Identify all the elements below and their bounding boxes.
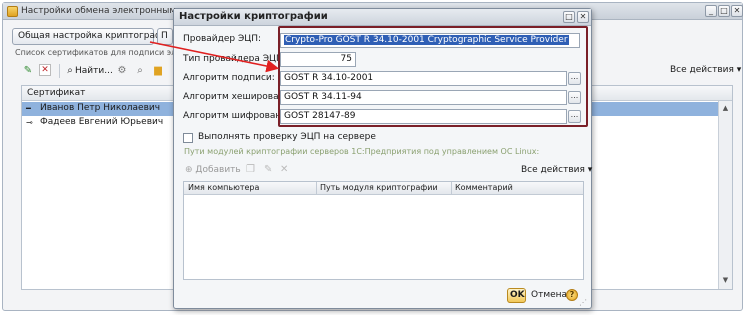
scroll-down-icon[interactable]: ▼ [720, 275, 731, 286]
close-icon[interactable]: ✕ [577, 11, 589, 23]
verify-on-server-label[interactable]: Выполнять проверку ЭЦП на сервере [198, 132, 376, 142]
server-paths-title: Пути модулей криптографии серверов 1С:Пр… [184, 147, 540, 156]
delete-x-icon[interactable]: ✕ [39, 64, 51, 76]
find-label[interactable]: Найти... [75, 64, 113, 78]
chevron-down-icon: ▾ [736, 65, 742, 75]
certificate-name: Иванов Петр Николаевич [40, 103, 161, 113]
maximize-icon[interactable]: □ [718, 5, 730, 17]
secondary-button[interactable]: П [157, 28, 173, 45]
help-icon[interactable]: ? [566, 289, 578, 301]
provider-type-label: Тип провайдера ЭЦП: [183, 54, 286, 64]
edit-pencil-icon[interactable]: ✎ [21, 64, 35, 78]
add-label: Добавить [195, 165, 241, 175]
column-header-computer-name[interactable]: Имя компьютера [188, 183, 259, 192]
close-icon[interactable]: ✕ [731, 5, 743, 17]
certificate-icon: ⊸ [26, 118, 33, 127]
sign-algorithm-label: Алгоритм подписи: [183, 73, 275, 83]
scroll-up-icon[interactable]: ▲ [720, 103, 731, 114]
chevron-down-icon: ▾ [587, 165, 593, 175]
folder-icon[interactable]: ▆ [151, 64, 165, 78]
toolbar-separator [59, 64, 60, 78]
column-header-certificate[interactable]: Сертификат [27, 88, 85, 98]
maximize-icon[interactable]: □ [563, 11, 575, 23]
app-icon [7, 6, 18, 17]
dialog-titlebar: Настройки криптографии □ ✕ [174, 9, 591, 26]
certificate-icon: ━ [26, 104, 31, 113]
certificate-name: Фадеев Евгений Юрьевич [40, 117, 164, 127]
provider-label: Провайдер ЭЦП: [183, 34, 262, 44]
column-separator [451, 182, 452, 195]
cancel-button[interactable]: Отмена [531, 290, 567, 300]
add-icon: ⊕ [185, 165, 193, 175]
all-actions-label: Все действия [521, 165, 585, 175]
crypto-settings-dialog: Настройки криптографии □ ✕ Провайдер ЭЦП… [173, 8, 592, 309]
server-paths-table: Имя компьютера Путь модуля криптографии … [183, 181, 584, 280]
add-button[interactable]: ⊕ Добавить [185, 165, 241, 175]
find-icon[interactable]: ⌕ [65, 64, 75, 78]
annotation-highlight-frame [278, 26, 588, 127]
all-actions-label: Все действия [670, 65, 734, 75]
resize-grip-icon[interactable]: ⋰ [579, 298, 589, 308]
background-all-actions-menu[interactable]: Все действия ▾ [670, 65, 741, 75]
search-icon[interactable]: ⌕ [133, 64, 147, 78]
dialog-all-actions-menu[interactable]: Все действия ▾ [521, 165, 592, 175]
column-header-comment[interactable]: Комментарий [455, 183, 513, 192]
dialog-title: Настройки криптографии [179, 11, 328, 22]
column-header-module-path[interactable]: Путь модуля криптографии [320, 183, 438, 192]
edit-icon[interactable]: ✎ [264, 164, 272, 175]
vertical-scrollbar[interactable]: ▲ ▼ [718, 101, 732, 289]
copy-icon[interactable]: ❐ [246, 164, 255, 175]
server-paths-table-header: Имя компьютера Путь модуля криптографии … [184, 182, 583, 195]
verify-on-server-checkbox[interactable] [183, 133, 193, 143]
background-window-title: Настройки обмена электронными [21, 6, 182, 16]
minimize-icon[interactable]: _ [705, 5, 717, 17]
settings-icon[interactable]: ⚙ [115, 64, 129, 78]
certificates-group-label: Список сертификатов для подписи элек [15, 48, 187, 57]
general-crypto-settings-button[interactable]: Общая настройка криптографии [12, 28, 174, 45]
column-separator [316, 182, 317, 195]
delete-icon[interactable]: ✕ [280, 164, 288, 175]
ok-button[interactable]: OK [507, 288, 526, 303]
